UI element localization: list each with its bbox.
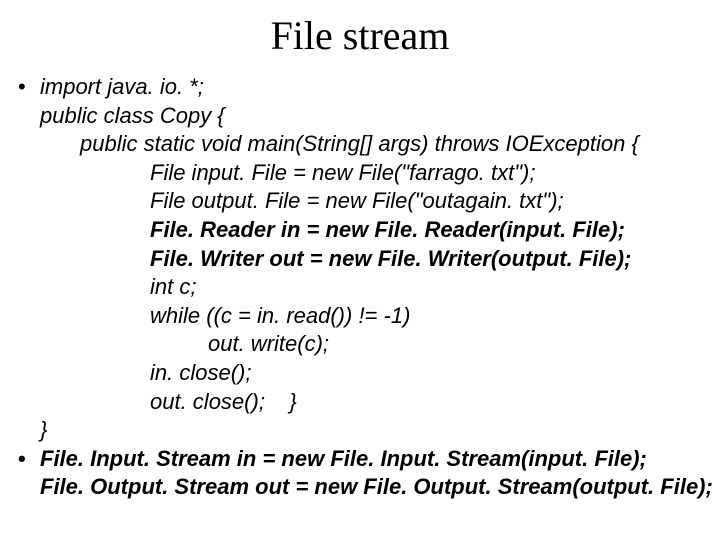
code-text: File output. File = new File("outagain. … [150, 187, 702, 216]
slide-body: • import java. io. *; public class Copy … [18, 73, 702, 502]
code-text: out. close(); } [150, 388, 702, 417]
code-line: out. write(c); [18, 330, 702, 359]
code-line: while ((c = in. read()) != -1) [18, 302, 702, 331]
code-text: File. Writer out = new File. Writer(outp… [150, 245, 702, 274]
code-line: } [18, 416, 702, 445]
code-line: public class Copy { [18, 102, 702, 131]
code-line: in. close(); [18, 359, 702, 388]
code-text: File input. File = new File("farrago. tx… [150, 159, 702, 188]
code-text: public static void main(String[] args) t… [80, 130, 702, 159]
code-line: int c; [18, 273, 702, 302]
code-line: File. Writer out = new File. Writer(outp… [18, 245, 702, 274]
code-line: File output. File = new File("outagain. … [18, 187, 702, 216]
code-text: File. Reader in = new File. Reader(input… [150, 216, 702, 245]
code-line: public static void main(String[] args) t… [18, 130, 702, 159]
code-text: in. close(); [150, 359, 702, 388]
code-line: out. close(); } [18, 388, 702, 417]
code-line: File input. File = new File("farrago. tx… [18, 159, 702, 188]
code-line: • import java. io. *; [18, 73, 702, 102]
code-text: } [40, 416, 702, 445]
code-line: File. Output. Stream out = new File. Out… [18, 473, 702, 502]
slide-title: File stream [18, 12, 702, 59]
code-text: import java. io. *; [40, 73, 702, 102]
code-text: File. Input. Stream in = new File. Input… [40, 445, 702, 474]
code-text: File. Output. Stream out = new File. Out… [40, 473, 713, 502]
code-text: public class Copy { [40, 102, 702, 131]
code-text: out. write(c); [208, 330, 702, 359]
slide: File stream • import java. io. *; public… [0, 0, 720, 540]
code-text: int c; [150, 273, 702, 302]
bullet-icon: • [18, 445, 40, 474]
code-text: while ((c = in. read()) != -1) [150, 302, 702, 331]
bullet-icon: • [18, 73, 40, 102]
code-line: • File. Input. Stream in = new File. Inp… [18, 445, 702, 474]
code-line: File. Reader in = new File. Reader(input… [18, 216, 702, 245]
